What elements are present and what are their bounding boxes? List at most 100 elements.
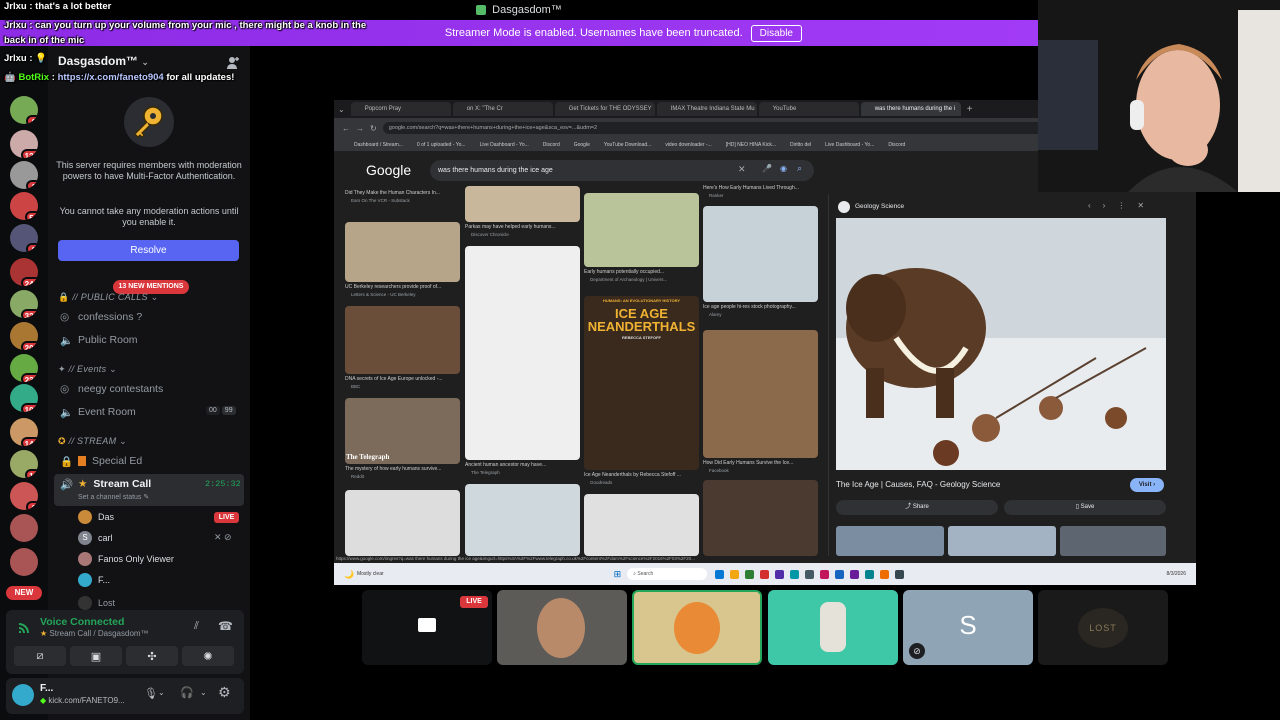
taskbar-app-icon[interactable]	[835, 569, 845, 579]
browser-tab[interactable]: Get Tickets for THE ODYSSEY	[554, 102, 655, 116]
taskbar-app-icon[interactable]	[730, 569, 740, 579]
bookmark-item[interactable]: YouTube Download...	[604, 142, 651, 148]
google-logo[interactable]: Google	[366, 162, 411, 178]
bookmark-item[interactable]: video downloader -...	[665, 142, 711, 148]
voice-user-das[interactable]: Das	[78, 510, 114, 524]
voice-user-fanos[interactable]: Fanos Only Viewer	[78, 552, 174, 566]
image-result-source[interactable]: Alamy	[709, 312, 722, 317]
image-result-source[interactable]: Ranker	[709, 193, 724, 198]
close-icon[interactable]: ✕	[1137, 201, 1144, 210]
browser-tab[interactable]: Popcorn Pray	[350, 102, 451, 116]
server-icon[interactable]: 13	[10, 450, 38, 478]
image-result-thumbnail[interactable]	[703, 330, 818, 458]
chat-link[interactable]: https://x.com/faneto904	[58, 72, 164, 83]
bookmark-item[interactable]: Dashboard / Stream...	[354, 142, 403, 148]
category-events[interactable]: ✦ // Events ⌄	[58, 364, 117, 375]
related-image[interactable]	[948, 526, 1056, 556]
address-bar[interactable]: google.com/search?q=was+there+humans+dur…	[382, 122, 1130, 134]
server-icon[interactable]: 2	[10, 161, 38, 189]
preview-title[interactable]: The Ice Age | Causes, FAQ - Geology Scie…	[836, 480, 1000, 489]
category-stream[interactable]: ✪ // STREAM ⌄	[58, 436, 127, 447]
channel-confessions[interactable]: ◎ confessions ?	[60, 311, 142, 323]
image-result-source[interactable]: Reddit	[351, 474, 364, 479]
set-channel-status[interactable]: Set a channel status ✎	[78, 493, 149, 501]
image-result-source[interactable]: The Telegraph	[471, 470, 500, 475]
image-result-thumbnail[interactable]	[584, 193, 699, 267]
server-icon[interactable]: 126	[10, 130, 38, 158]
share-button[interactable]: ⤴ Share	[836, 500, 998, 515]
image-result-thumbnail[interactable]	[703, 480, 818, 556]
chevron-down-icon[interactable]: ⌄	[200, 688, 207, 697]
more-icon[interactable]: ⋮	[1117, 201, 1125, 210]
server-icon[interactable]: 140	[10, 418, 38, 446]
server-icon[interactable]: 208	[10, 322, 38, 350]
taskbar-app-icon[interactable]	[895, 569, 905, 579]
resolve-button[interactable]: Resolve	[58, 240, 239, 261]
chevron-down-icon[interactable]: ⌄	[158, 688, 165, 697]
new-tab-icon[interactable]: +	[967, 104, 973, 115]
bookmark-item[interactable]: Diritto del	[790, 142, 811, 148]
voice-user-lost[interactable]: Lost	[78, 596, 115, 610]
image-result-thumbnail[interactable]	[345, 490, 460, 556]
voice-user-carl[interactable]: Scarl	[78, 531, 113, 545]
participant-tile-s[interactable]: S ⊘	[903, 590, 1033, 665]
next-icon[interactable]: ›	[1103, 201, 1106, 210]
taskbar-search[interactable]: ⌕ Search	[627, 568, 708, 580]
bookmark-item[interactable]: Live Dashboard - Yo...	[825, 142, 874, 148]
image-result-source[interactable]: Letters & Science - UC Berkeley	[351, 292, 416, 297]
participant-tile-speaking[interactable]	[632, 590, 762, 665]
server-icon[interactable]: 322	[10, 290, 38, 318]
image-result-thumbnail[interactable]	[465, 484, 580, 556]
taskbar-app-icon[interactable]	[850, 569, 860, 579]
headphones-icon[interactable]: 🎧	[180, 686, 194, 699]
bookmark-item[interactable]: Discord	[543, 142, 560, 148]
new-servers-pill[interactable]: NEW	[6, 586, 42, 600]
taskbar-clock[interactable]: 8/3/2026	[1167, 571, 1186, 577]
image-result-caption[interactable]: Ice Age Neanderthals by Rebecca Stefoff …	[584, 472, 700, 478]
bookmark-item[interactable]: Google	[574, 142, 590, 148]
image-result-caption[interactable]: Did They Make the Human Characters In...	[345, 190, 461, 196]
lens-icon[interactable]: ◉	[780, 164, 787, 173]
taskbar-app-icon[interactable]	[745, 569, 755, 579]
browser-tab[interactable]: on X: "The Cr	[452, 102, 553, 116]
channel-public-room[interactable]: 🔈 Public Room	[60, 334, 138, 347]
taskbar-app-icon[interactable]	[790, 569, 800, 579]
voice-channel-location[interactable]: ★ Stream Call / Dasgasdom™	[40, 629, 149, 638]
server-icon[interactable]: 3	[10, 482, 38, 510]
image-result-source[interactable]: BBC	[351, 384, 360, 389]
preview-source[interactable]: Geology Science	[855, 203, 904, 210]
activities-button[interactable]: ✣	[126, 646, 178, 666]
category-public-calls[interactable]: 🔒 // PUBLIC CALLS ⌄	[58, 292, 159, 303]
server-icon[interactable]: 241	[10, 258, 38, 286]
image-result-thumbnail[interactable]	[345, 222, 460, 282]
server-icon[interactable]	[10, 548, 38, 576]
add-member-icon[interactable]	[226, 56, 240, 70]
server-icon[interactable]: 56	[10, 192, 38, 220]
image-result-thumbnail[interactable]	[703, 206, 818, 302]
disconnect-icon[interactable]: ☎	[218, 619, 233, 633]
taskbar-app-icon[interactable]	[775, 569, 785, 579]
participant-tile-lost[interactable]: LOST	[1038, 590, 1168, 665]
user-name[interactable]: F...	[40, 683, 53, 694]
image-result-caption[interactable]: The mystery of how early humans survive.…	[345, 466, 461, 472]
search-icon[interactable]: ⌕	[797, 163, 802, 174]
channel-neegy-contestants[interactable]: ◎ neegy contestants	[60, 383, 163, 395]
server-icon[interactable]: 103	[10, 384, 38, 412]
visit-button[interactable]: Visit ›	[1130, 478, 1164, 492]
bookmark-item[interactable]: [HD] NEO HINA Kick...	[726, 142, 776, 148]
image-result-source[interactable]: Ears On The VCR - Substack	[351, 198, 410, 203]
weather-icon[interactable]: 🌙	[344, 570, 354, 579]
image-result-caption[interactable]: DNA secrets of Ice Age Europe unlocked -…	[345, 376, 461, 382]
user-custom-status[interactable]: ◆ kick.com/FANETO9...	[40, 696, 125, 705]
participant-tile-f[interactable]	[768, 590, 898, 665]
camera-toggle-button[interactable]: ⧄	[14, 646, 66, 666]
windows-start-icon[interactable]: ⊞	[614, 569, 622, 580]
image-result-caption[interactable]: How Did Early Humans Survive the Ice...	[703, 460, 819, 466]
voice-user-f[interactable]: F...	[78, 573, 110, 587]
image-result-caption[interactable]: Here's How Early Humans Lived Through...	[703, 185, 819, 191]
user-avatar[interactable]	[12, 684, 34, 706]
server-icon[interactable]: 233	[10, 354, 38, 382]
noise-suppression-icon[interactable]: ⫽	[194, 620, 199, 633]
taskbar-app-icon[interactable]	[715, 569, 725, 579]
image-result-thumbnail[interactable]	[465, 186, 580, 222]
